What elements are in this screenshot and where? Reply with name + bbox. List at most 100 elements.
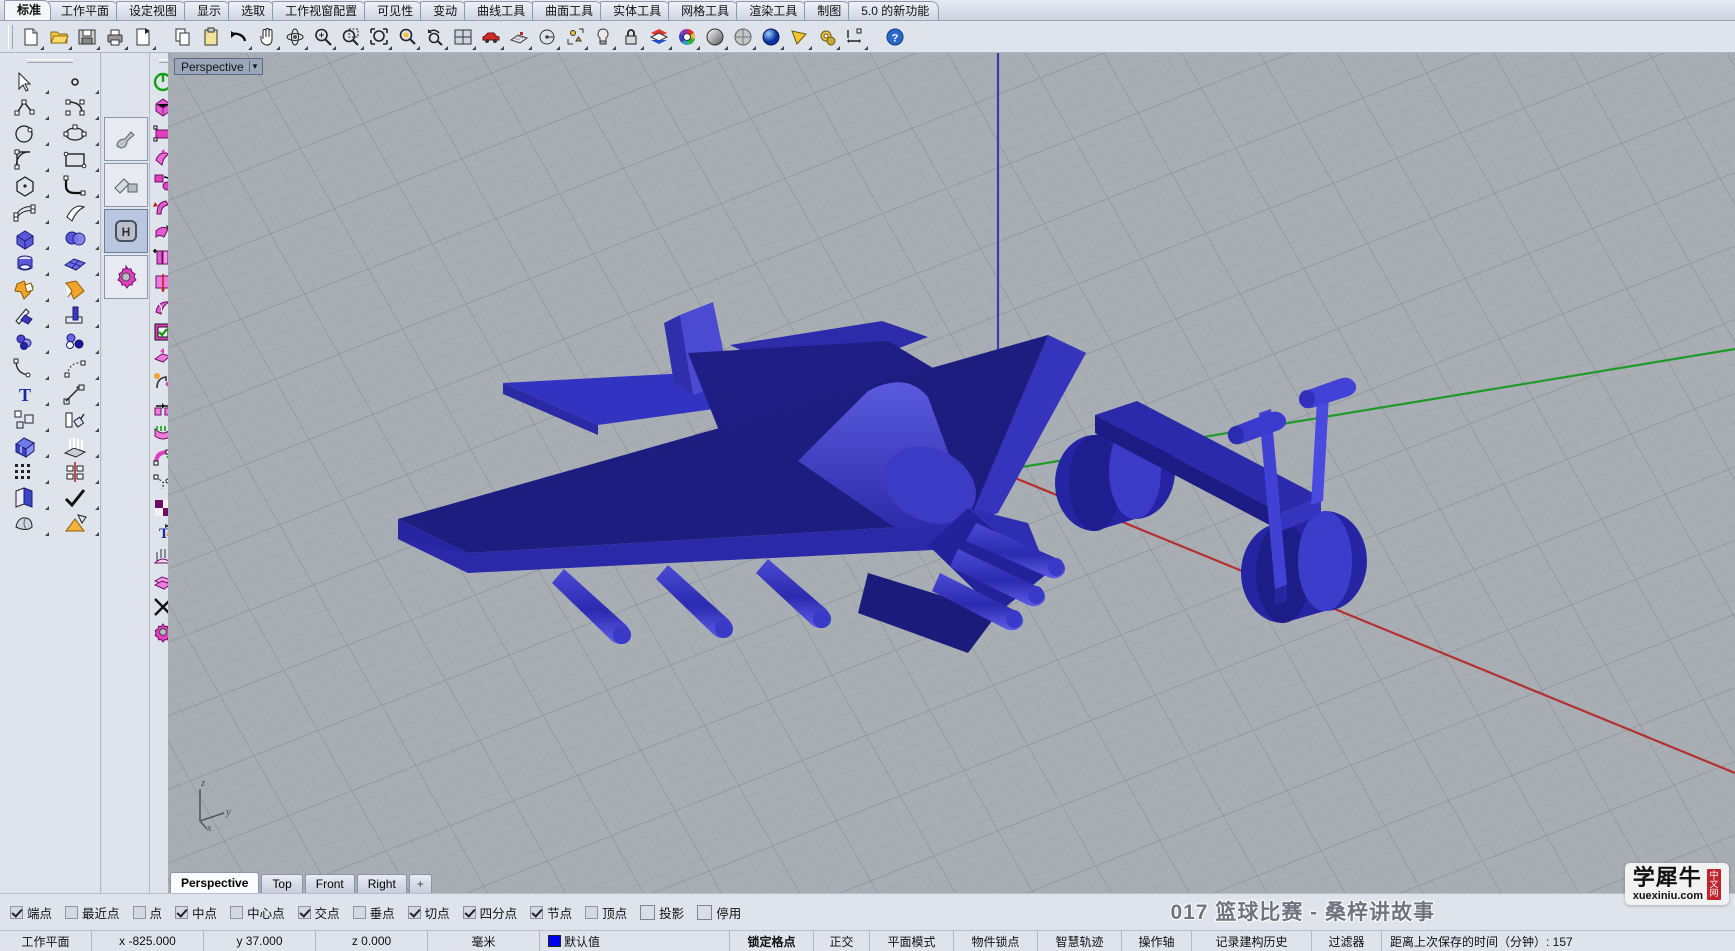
- pick-tool-icon[interactable]: [104, 117, 148, 161]
- circle-icon[interactable]: [0, 121, 50, 147]
- mirror-icon[interactable]: [50, 459, 100, 485]
- render-mesh-icon[interactable]: [50, 511, 100, 537]
- open-file-icon[interactable]: [45, 23, 73, 51]
- status-toggle-6[interactable]: 记录建构历史: [1192, 931, 1312, 951]
- menu-tab-1[interactable]: 工作平面: [48, 1, 120, 20]
- extrude-icon[interactable]: [0, 433, 50, 459]
- viewport-title[interactable]: Perspective ▾: [174, 58, 264, 75]
- undo-icon[interactable]: [225, 23, 253, 51]
- flat-shade-icon[interactable]: [785, 23, 813, 51]
- shaded-sphere-icon[interactable]: [701, 23, 729, 51]
- viewport-tab-right[interactable]: Right: [356, 874, 407, 893]
- check-icon[interactable]: [50, 485, 100, 511]
- osnap-checkbox-6[interactable]: [352, 905, 366, 919]
- osnap-checkbox-0[interactable]: [10, 905, 23, 919]
- menu-tab-13[interactable]: 制图: [804, 1, 852, 20]
- light-icon[interactable]: [589, 23, 617, 51]
- paste-icon[interactable]: [197, 23, 225, 51]
- scale-icon[interactable]: [50, 407, 100, 433]
- osnap-3[interactable]: 中点: [175, 903, 217, 922]
- named-cplane-icon[interactable]: [561, 23, 589, 51]
- box-icon[interactable]: [0, 225, 50, 251]
- osnap-12[interactable]: 停用: [697, 903, 741, 922]
- control-point-curve-icon[interactable]: [50, 95, 100, 121]
- ellipse-icon[interactable]: [50, 121, 100, 147]
- boolean-difference-icon[interactable]: [50, 277, 100, 303]
- rectangle-icon[interactable]: [50, 147, 100, 173]
- select-arrow-icon[interactable]: [0, 69, 50, 95]
- polygon-icon[interactable]: [0, 173, 50, 199]
- zoom-selected-icon[interactable]: [393, 23, 421, 51]
- osnap-4[interactable]: 中心点: [230, 903, 285, 922]
- boolean-union-icon[interactable]: [0, 277, 50, 303]
- osnap-checkbox-10[interactable]: [585, 905, 599, 919]
- osnap-11[interactable]: 投影: [640, 903, 684, 922]
- status-toggle-7[interactable]: 过滤器: [1312, 931, 1382, 951]
- dimension-icon[interactable]: [841, 23, 869, 51]
- status-toggle-4[interactable]: 智慧轨迹: [1038, 931, 1122, 951]
- extrude-up-icon[interactable]: [50, 433, 100, 459]
- status-toggle-5[interactable]: 操作轴: [1122, 931, 1192, 951]
- osnap-checkbox-4[interactable]: [230, 905, 244, 919]
- osnap-8[interactable]: 四分点: [462, 903, 517, 922]
- menu-tab-11[interactable]: 网格工具: [668, 1, 740, 20]
- hide-tool-icon[interactable]: H: [104, 209, 148, 253]
- gear-magenta-icon[interactable]: [104, 255, 148, 299]
- save-file-icon[interactable]: [73, 23, 101, 51]
- perspective-viewport[interactable]: z y x Perspective ▾ Perspective Top Front R…: [168, 53, 1735, 893]
- sphere-boolean-icon[interactable]: [50, 225, 100, 251]
- menu-tab-9[interactable]: 曲面工具: [532, 1, 604, 20]
- fillet-curve-icon[interactable]: [50, 173, 100, 199]
- zoom-extents-icon[interactable]: [365, 23, 393, 51]
- osnap-checkbox-9[interactable]: [530, 905, 544, 919]
- rendered-sphere-icon[interactable]: [757, 23, 785, 51]
- viewport-tab-add[interactable]: +: [408, 874, 432, 893]
- sidebar-grip[interactable]: [27, 59, 73, 63]
- new-file-icon[interactable]: [17, 23, 45, 51]
- menu-tab-0[interactable]: 标准: [4, 0, 52, 20]
- menu-tab-7[interactable]: 变动: [420, 1, 468, 20]
- ghosted-sphere-icon[interactable]: [729, 23, 757, 51]
- menu-tab-6[interactable]: 可见性: [364, 1, 424, 20]
- status-toggle-2[interactable]: 平面模式: [870, 931, 954, 951]
- place-object-icon[interactable]: [104, 163, 148, 207]
- point-icon[interactable]: [50, 69, 100, 95]
- menu-tab-10[interactable]: 实体工具: [600, 1, 672, 20]
- cut-icon[interactable]: [129, 23, 157, 51]
- viewport-tab-front[interactable]: Front: [304, 874, 355, 893]
- lock-icon[interactable]: [617, 23, 645, 51]
- menu-tab-12[interactable]: 渲染工具: [736, 1, 808, 20]
- named-view-icon[interactable]: [533, 23, 561, 51]
- zoom-in-icon[interactable]: [309, 23, 337, 51]
- split-icon[interactable]: [50, 303, 100, 329]
- viewport-tab-top[interactable]: Top: [261, 874, 303, 893]
- layer-icon[interactable]: [645, 23, 673, 51]
- surface-from-points-icon[interactable]: [0, 199, 50, 225]
- status-toggle-1[interactable]: 正交: [814, 931, 870, 951]
- osnap-0[interactable]: 端点: [10, 903, 52, 922]
- menu-tab-5[interactable]: 工作视窗配置: [272, 1, 368, 20]
- osnap-7[interactable]: 切点: [407, 903, 450, 922]
- osnap-checkbox-3[interactable]: [175, 905, 189, 919]
- trim-icon[interactable]: [0, 303, 50, 329]
- osnap-checkbox-5[interactable]: [297, 905, 311, 919]
- cplane-icon[interactable]: [505, 23, 533, 51]
- status-layer[interactable]: 默认值: [540, 931, 730, 951]
- help-icon[interactable]: ?: [881, 23, 909, 51]
- arc-blend-icon[interactable]: [50, 355, 100, 381]
- options-gear-icon[interactable]: [813, 23, 841, 51]
- polyline-icon[interactable]: [0, 95, 50, 121]
- boolean-two-icon[interactable]: [50, 329, 100, 355]
- cylinder-icon[interactable]: [0, 251, 50, 277]
- loft-surface-icon[interactable]: [50, 199, 100, 225]
- zoom-window-icon[interactable]: [337, 23, 365, 51]
- arc-icon[interactable]: [0, 147, 50, 173]
- status-cplane[interactable]: 工作平面: [0, 931, 92, 951]
- array-icon[interactable]: [0, 407, 50, 433]
- osnap-5[interactable]: 交点: [297, 903, 340, 922]
- menu-tab-3[interactable]: 显示: [184, 1, 232, 20]
- osnap-10[interactable]: 顶点: [585, 903, 627, 922]
- osnap-checkbox-12[interactable]: [697, 904, 713, 920]
- status-units[interactable]: 毫米: [428, 931, 540, 951]
- copy-icon[interactable]: [169, 23, 197, 51]
